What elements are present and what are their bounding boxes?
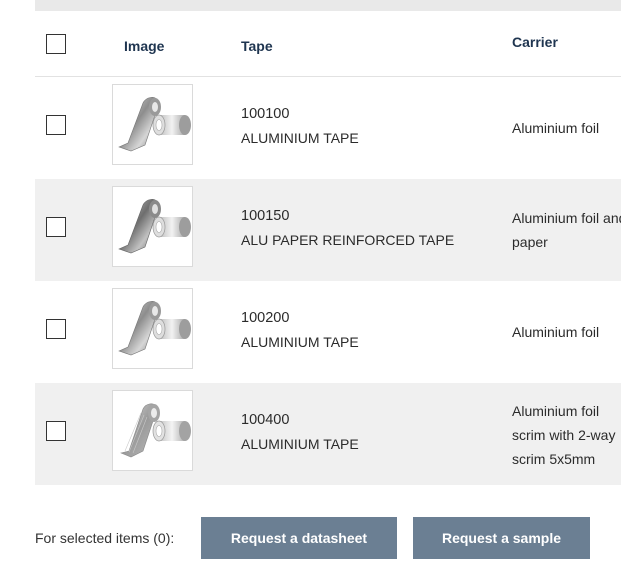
- product-code[interactable]: 100150: [241, 208, 289, 224]
- product-thumbnail[interactable]: [112, 186, 193, 267]
- column-header-carrier: Carrier: [512, 34, 558, 50]
- row-checkbox[interactable]: [46, 319, 66, 339]
- product-thumbnail[interactable]: [112, 84, 193, 165]
- product-name[interactable]: ALUMINIUM TAPE: [241, 436, 359, 452]
- table-row: 100200 ALUMINIUM TAPE Aluminium foil: [35, 281, 621, 383]
- table-row: 100100 ALUMINIUM TAPE Aluminium foil: [35, 77, 621, 179]
- product-code[interactable]: 100400: [241, 412, 289, 428]
- product-name[interactable]: ALUMINIUM TAPE: [241, 334, 359, 350]
- product-code[interactable]: 100200: [241, 310, 289, 326]
- carrier-line: scrim 5x5mm: [512, 451, 596, 467]
- table-row: 100400 ALUMINIUM TAPE Aluminium foil scr…: [35, 383, 621, 485]
- product-thumbnail[interactable]: [112, 288, 193, 369]
- carrier-line: Aluminium foil: [512, 324, 600, 340]
- carrier-text: Aluminium foil and paper: [512, 206, 621, 254]
- table-row: 100150 ALU PAPER REINFORCED TAPE Alumini…: [35, 179, 621, 281]
- carrier-line: paper: [512, 234, 548, 250]
- product-code[interactable]: 100100: [241, 106, 289, 122]
- table-header: Image Tape Carrier: [35, 11, 621, 77]
- column-header-image: Image: [124, 38, 165, 54]
- carrier-text: Aluminium foil: [512, 320, 621, 344]
- row-checkbox[interactable]: [46, 115, 66, 135]
- request-datasheet-button[interactable]: Request a datasheet: [201, 517, 397, 559]
- selected-items-label: For selected items (0):: [35, 530, 175, 546]
- carrier-text: Aluminium foil: [512, 116, 621, 140]
- request-sample-button[interactable]: Request a sample: [413, 517, 590, 559]
- products-table: Image Tape Carrier 100100 ALUMINIUM TAPE: [35, 11, 621, 485]
- top-divider-bar: [35, 0, 621, 11]
- row-checkbox[interactable]: [46, 217, 66, 237]
- product-thumbnail[interactable]: [112, 390, 193, 471]
- product-name[interactable]: ALUMINIUM TAPE: [241, 130, 359, 146]
- select-all-checkbox[interactable]: [46, 34, 66, 54]
- carrier-line: Aluminium foil: [512, 120, 600, 136]
- column-header-tape: Tape: [241, 38, 273, 54]
- carrier-line: scrim with 2-way: [512, 427, 616, 443]
- row-checkbox[interactable]: [46, 421, 66, 441]
- carrier-line: Aluminium foil and: [512, 210, 621, 226]
- carrier-line: Aluminium foil: [512, 403, 600, 419]
- product-name[interactable]: ALU PAPER REINFORCED TAPE: [241, 232, 454, 248]
- carrier-text: Aluminium foil scrim with 2-way scrim 5x…: [512, 399, 621, 471]
